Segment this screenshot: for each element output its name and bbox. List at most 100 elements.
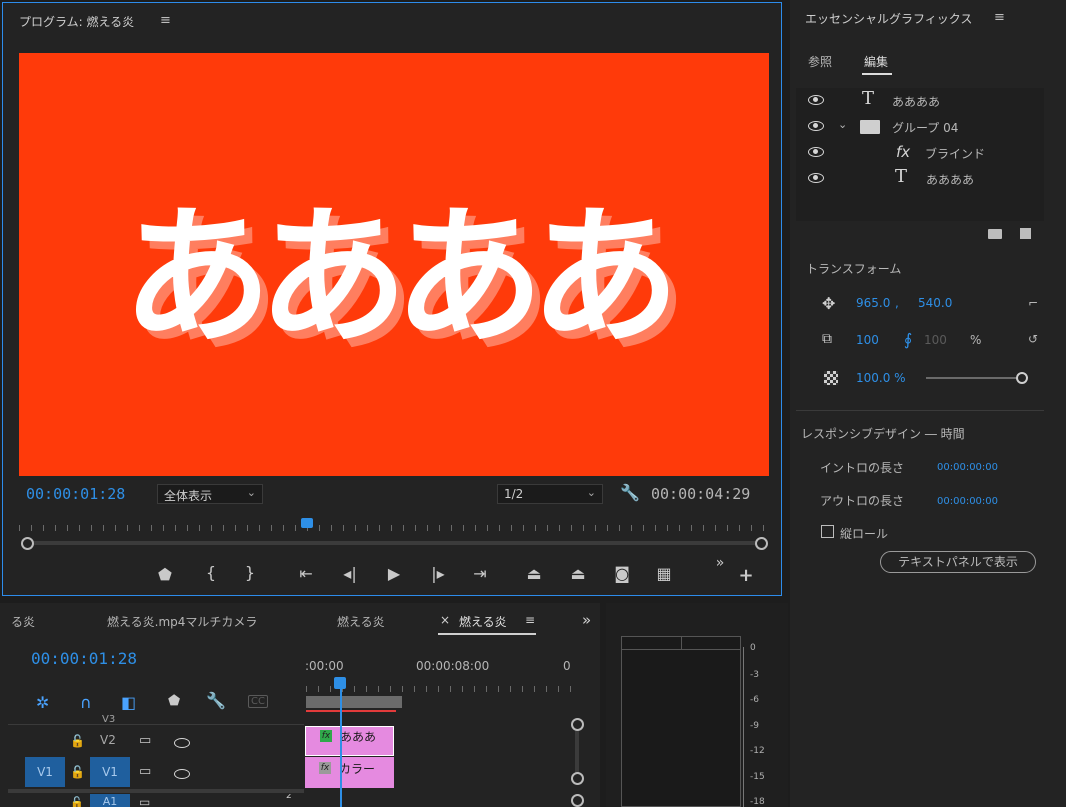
video-audio-divider[interactable] [8,789,304,793]
zoom-scrollbar-left-handle[interactable] [21,537,34,550]
layer-row-group[interactable]: ⌄ グループ 04 [798,116,1034,140]
zoom-fit-dropdown[interactable]: 全体表示 ⌄ [157,484,263,504]
layer-row-fx[interactable]: fx ブラインド [798,142,1034,166]
track-lock-icon[interactable]: 🔓 [70,765,85,779]
tab-sequence-fire[interactable]: 燃える炎 [337,613,385,630]
scale-height-value: 100 [924,333,947,347]
tab-sequence-active[interactable]: 燃える炎 [459,613,507,630]
timeline-current-timecode[interactable]: 00:00:01:28 [31,649,137,668]
eye-visibility-icon[interactable] [808,121,824,131]
position-x-value[interactable]: 965.0 [856,296,890,310]
scroll-handle-bottom[interactable] [571,772,584,785]
program-time-ruler[interactable] [19,525,769,531]
play-icon[interactable]: ▶ [383,564,405,583]
chevron-down-icon[interactable]: ⌄ [838,118,847,131]
timeline-settings-wrench-icon[interactable]: 🔧 [206,691,226,710]
db-label: -9 [750,721,759,731]
add-marker-icon[interactable]: ⬟ [154,565,176,584]
wrench-settings-icon[interactable]: 🔧 [620,483,640,502]
lift-icon[interactable]: ⏏ [523,564,545,583]
clip-text-graphic[interactable]: fx あああ [305,726,394,756]
audio-meter-panel: 0 -3 -6 -9 -12 -15 -18 [606,603,788,807]
alignment-icon[interactable]: ⌐ [1028,296,1038,310]
add-marker-icon[interactable]: ⬟ [168,693,180,709]
tab-close-icon[interactable]: × [440,613,450,627]
nest-sequence-icon[interactable]: ✲ [36,693,49,712]
snap-magnet-icon[interactable]: ∩ [80,693,92,712]
eye-visibility-icon[interactable] [808,147,824,157]
sync-lock-icon[interactable]: ▭ [139,764,151,779]
eye-visibility-icon[interactable] [808,95,824,105]
clip-color-matte[interactable]: fx カラー [305,757,394,788]
playhead-handle[interactable] [301,518,313,528]
tab-sequence-multicam[interactable]: 燃える炎.mp4マルチカメラ [107,613,257,630]
program-panel-menu-icon[interactable]: ≡ [160,13,171,28]
comparison-view-icon[interactable]: ▦ [653,564,675,583]
roll-checkbox[interactable] [821,525,834,538]
chevron-down-icon: ⌄ [586,486,596,499]
timeline-panel: る炎 燃える炎.mp4マルチカメラ 燃える炎 × 燃える炎 ≡ » 00:00:… [0,603,600,807]
audio-scroll-handle[interactable] [571,794,584,807]
program-video-frame[interactable]: ああああ [19,53,769,476]
track-lock-icon[interactable]: 🔓 [70,734,85,748]
mark-in-icon[interactable]: { [200,563,222,582]
button-editor-plus-icon[interactable]: + [735,565,757,586]
more-tabs-icon[interactable]: » [582,611,591,629]
track-target-v1[interactable]: V1 [90,757,130,787]
link-scale-icon[interactable]: ∮ [904,330,912,349]
more-controls-icon[interactable]: » [709,555,731,571]
eg-panel-title[interactable]: エッセンシャルグラフィックス [805,10,972,27]
tab-edit[interactable]: 編集 [864,53,888,70]
opacity-slider-knob[interactable] [1016,372,1028,384]
track-eye-icon[interactable] [174,738,190,748]
step-back-icon[interactable]: ◂| [339,564,361,583]
timeline-menu-icon[interactable]: ≡ [525,613,535,627]
track-divider [8,724,304,725]
opacity-value[interactable]: 100.0 % [856,371,906,385]
sync-lock-icon[interactable]: ▭ [139,795,150,807]
captions-icon[interactable]: CC [248,695,268,708]
db-label: -6 [750,695,759,705]
layer-row-text-2[interactable]: T ああああ [798,166,1034,192]
track-label-v2[interactable]: V2 [100,733,116,747]
track-target-a1[interactable]: A1 [90,794,130,807]
show-in-text-panel-button[interactable]: テキストパネルで表示 [880,551,1036,573]
tab-browse[interactable]: 参照 [808,53,832,70]
outro-duration-value[interactable]: 00:00:00:00 [937,496,998,507]
ruler-label-end: 0 [563,659,571,673]
go-to-out-icon[interactable]: ⇥ [469,564,491,583]
db-label: -15 [750,772,765,782]
sync-lock-icon[interactable]: ▭ [139,733,151,748]
zoom-scrollbar[interactable] [25,541,761,545]
new-group-folder-icon[interactable] [988,229,1002,239]
zoom-scrollbar-right-handle[interactable] [755,537,768,550]
opacity-slider-track[interactable] [926,377,1022,379]
ruler-label-8s: 00:00:08:00 [416,659,490,673]
eg-panel-menu-icon[interactable]: ≡ [994,10,1005,25]
extract-icon[interactable]: ⏏ [567,564,589,583]
work-area-bar[interactable] [306,696,402,708]
new-layer-icon[interactable] [1020,228,1031,239]
layer-row-text-1[interactable]: T ああああ [798,88,1034,114]
mark-out-icon[interactable]: } [239,563,261,582]
export-frame-camera-icon[interactable]: ◙ [611,564,633,583]
video-tracks-scrollbar[interactable] [575,725,579,777]
position-y-value[interactable]: 540.0 [918,296,952,310]
intro-duration-label: イントロの長さ [820,461,905,475]
scale-value[interactable]: 100 [856,333,879,347]
track-lock-icon[interactable]: 🔓 [70,796,84,807]
source-patch-v1[interactable]: V1 [25,757,65,787]
linked-selection-icon[interactable]: ◧ [121,693,136,712]
track-eye-icon[interactable] [174,769,190,779]
go-to-in-icon[interactable]: ⇤ [295,564,317,583]
intro-duration-value[interactable]: 00:00:00:00 [937,462,998,473]
db-label: -3 [750,670,759,680]
rotation-icon[interactable]: ↺ [1028,332,1038,346]
program-monitor-title[interactable]: プログラム: 燃える炎 [19,13,134,30]
eye-visibility-icon[interactable] [808,173,824,183]
playback-resolution-dropdown[interactable]: 1/2 ⌄ [497,484,603,504]
scroll-handle-top[interactable] [571,718,584,731]
program-current-timecode[interactable]: 00:00:01:28 [26,485,125,503]
tab-sequence-partial[interactable]: る炎 [11,613,35,630]
step-forward-icon[interactable]: |▸ [427,564,449,583]
